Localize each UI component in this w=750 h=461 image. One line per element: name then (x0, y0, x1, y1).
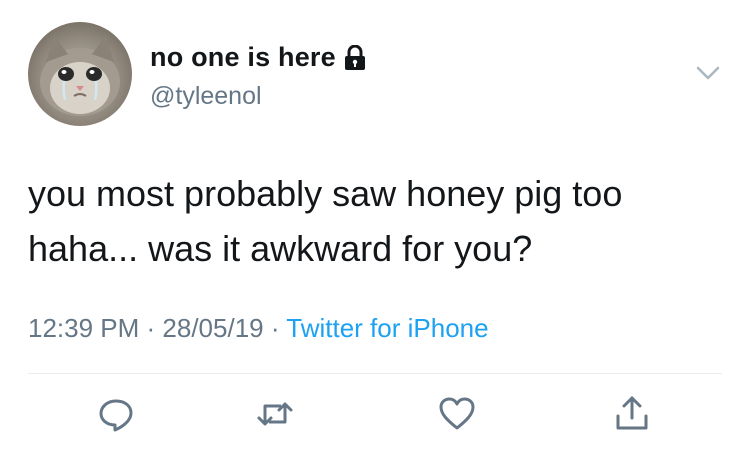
meta-separator: · (263, 313, 287, 343)
share-button[interactable] (612, 394, 652, 434)
like-button[interactable] (437, 394, 477, 434)
crying-cat-avatar (40, 36, 120, 116)
avatar[interactable] (28, 22, 132, 126)
heart-icon (439, 397, 475, 430)
tweet-time[interactable]: 12:39 PM (28, 313, 139, 343)
display-name-text: no one is here (150, 42, 336, 72)
tweet-metadata: 12:39 PM · 28/05/19 · Twitter for iPhone (28, 313, 489, 344)
retweet-icon (257, 402, 293, 426)
reply-button[interactable] (96, 394, 136, 434)
author-handle[interactable]: @tyleenol (150, 82, 262, 111)
tweet-date[interactable]: 28/05/19 (162, 313, 263, 343)
tweet-text-line: you most probably saw honey pig too (28, 173, 623, 214)
lock-icon (344, 44, 366, 71)
meta-separator: · (139, 313, 163, 343)
tweet-text-line: haha... was it awkward for you? (28, 228, 533, 269)
chevron-down-icon[interactable] (695, 60, 721, 86)
divider (28, 373, 722, 374)
tweet-text: you most probably saw honey pig too haha… (28, 166, 728, 276)
share-icon (616, 396, 648, 430)
tweet-actions-bar (0, 390, 750, 440)
author-display-name[interactable]: no one is here (150, 42, 366, 73)
reply-icon (99, 399, 133, 432)
retweet-button[interactable] (255, 394, 295, 434)
tweet-source-link[interactable]: Twitter for iPhone (286, 313, 488, 343)
